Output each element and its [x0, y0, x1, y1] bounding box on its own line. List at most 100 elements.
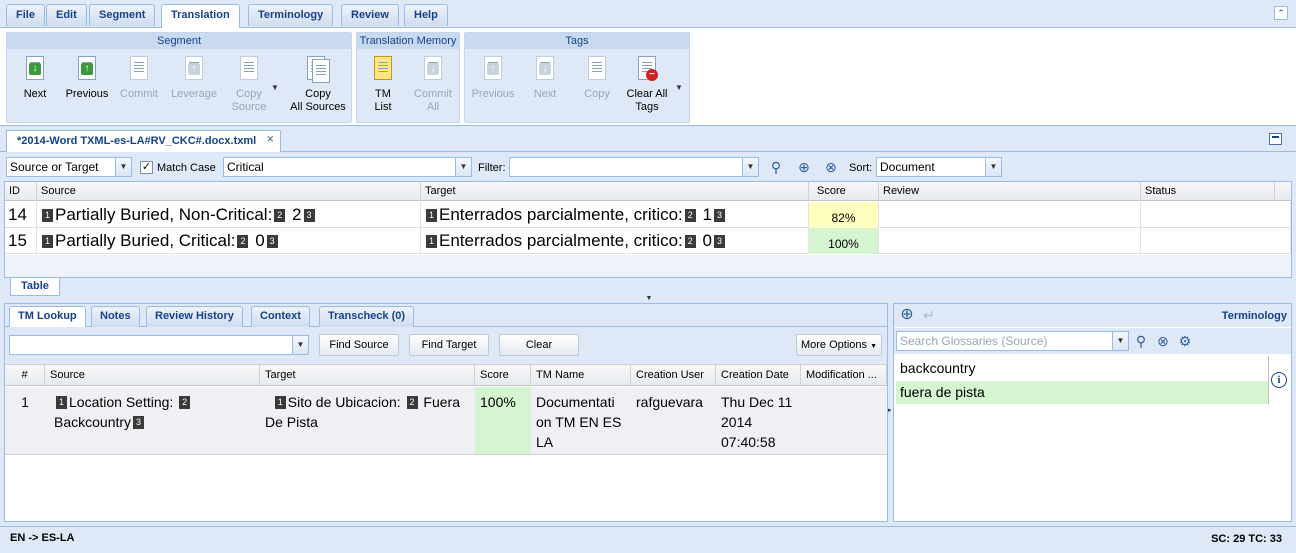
menu-tab-segment[interactable]: Segment	[89, 4, 156, 26]
term-target[interactable]: fuera de pista	[896, 381, 1268, 404]
search-icon[interactable]: ⚲	[767, 158, 785, 176]
menu-tab-file[interactable]: File	[6, 4, 45, 26]
commit-button[interactable]: Commit	[117, 55, 161, 101]
col-creation-date[interactable]: Creation Date	[716, 365, 801, 386]
add-search-icon[interactable]: ⊕	[795, 158, 813, 176]
tags-copy-button[interactable]: Copy	[575, 55, 619, 101]
menu-tab-help[interactable]: Help	[404, 4, 448, 26]
tab-tm-lookup[interactable]: TM Lookup	[9, 306, 86, 327]
info-icon[interactable]: i	[1271, 372, 1287, 388]
add-term-icon[interactable]: ⊕	[898, 306, 916, 324]
clear-search-icon[interactable]: ⊗	[1154, 332, 1172, 350]
chevron-down-icon[interactable]: ▼	[1112, 332, 1128, 350]
segment-status	[1141, 202, 1291, 228]
tab-context[interactable]: Context	[251, 306, 310, 327]
chevron-down-icon[interactable]: ▼	[742, 158, 758, 176]
tab-transcheck[interactable]: Transcheck (0)	[319, 306, 415, 327]
col-status[interactable]: Status	[1141, 182, 1275, 201]
match-case-checkbox[interactable]: ✓	[140, 161, 153, 174]
tags-group: Tags ↑ Previous ↓ Next Copy − Clear All …	[464, 32, 690, 123]
tm-toolbar: ▼ Find Source Find Target Clear More Opt…	[5, 327, 887, 364]
chevron-down-icon[interactable]: ▼	[455, 158, 471, 176]
tab-review-history[interactable]: Review History	[146, 306, 243, 327]
clear-button[interactable]: Clear	[499, 334, 579, 356]
copy-all-sources-button[interactable]: Copy All Sources	[285, 55, 351, 114]
tag-marker: 2	[179, 396, 191, 409]
segment-target[interactable]: 1 Enterrados parcialmente, critico: 2 03	[421, 228, 809, 254]
menu-tab-translation[interactable]: Translation	[161, 4, 240, 28]
search-scope-select[interactable]: Source or Target ▼	[6, 157, 132, 177]
col-score[interactable]: Score	[475, 365, 531, 386]
segment-row[interactable]: 15 1 Partially Buried, Critical: 2 03 1 Ent…	[5, 228, 1291, 254]
more-options-button[interactable]: More Options ▼	[796, 334, 882, 356]
col-id[interactable]: ID	[5, 182, 37, 201]
collapse-ribbon-icon[interactable]: ⌃	[1274, 6, 1288, 20]
chevron-down-icon[interactable]: ▼	[985, 158, 1001, 176]
tag-marker: 1	[42, 209, 53, 222]
search-icon[interactable]: ⚲	[1132, 332, 1150, 350]
chevron-down-icon[interactable]: ▼	[292, 336, 308, 354]
col-score[interactable]: Score	[809, 182, 879, 201]
copy-source-dropdown-icon[interactable]: ▼	[271, 83, 279, 92]
col-modification[interactable]: Modification ...	[801, 365, 887, 386]
leverage-button[interactable]: ↑ Leverage	[167, 55, 221, 101]
chevron-down-icon[interactable]: ▼	[115, 158, 131, 176]
col-source[interactable]: Source	[37, 182, 421, 201]
clear-search-icon[interactable]: ⊗	[822, 158, 840, 176]
match-creation-user: rafguevara	[636, 394, 703, 410]
tag-marker: 3	[713, 235, 725, 248]
next-button[interactable]: ↓ Next	[15, 55, 55, 101]
commit-all-icon: ↓	[420, 55, 446, 85]
segment-source[interactable]: 1 Partially Buried, Critical: 2 03	[37, 228, 421, 254]
language-pair: EN -> ES-LA	[10, 532, 75, 544]
tab-notes[interactable]: Notes	[91, 306, 140, 327]
col-num[interactable]: #	[5, 365, 45, 386]
menu-tab-terminology[interactable]: Terminology	[248, 4, 334, 26]
segment-target[interactable]: 1 Enterrados parcialmente, critico: 2 13	[421, 202, 809, 228]
term-source[interactable]: backcountry	[896, 357, 1268, 380]
glossary-search-input[interactable]: Search Glossaries (Source) ▼	[896, 331, 1129, 351]
segment-source[interactable]: 1 Partially Buried, Non-Critical: 2 23	[37, 202, 421, 228]
sort-select[interactable]: Document ▼	[876, 157, 1002, 177]
insert-term-icon[interactable]: ↵	[920, 306, 938, 324]
segment-status	[1141, 228, 1291, 254]
segment-group: Segment ↓ Next ↑ Previous Commit ↑ Lever…	[6, 32, 352, 123]
document-tab[interactable]: *2014-Word TXML-es-LA#RV_CKC#.docx.txml …	[6, 130, 282, 152]
gear-icon[interactable]: ⚙	[1176, 332, 1194, 350]
tag-marker: 2	[684, 235, 696, 248]
col-creation-user[interactable]: Creation User	[631, 365, 716, 386]
tags-next-button[interactable]: ↓ Next	[525, 55, 565, 101]
tag-marker: 1	[56, 396, 67, 409]
col-source[interactable]: Source	[45, 365, 260, 386]
tab-table[interactable]: Table	[10, 278, 60, 296]
maximize-icon[interactable]	[1269, 133, 1282, 145]
col-target[interactable]: Target	[260, 365, 475, 386]
find-source-button[interactable]: Find Source	[319, 334, 399, 356]
tags-previous-button[interactable]: ↑ Previous	[469, 55, 517, 101]
terminology-header: ⊕ ↵ Terminology	[894, 304, 1291, 327]
tag-marker: 1	[426, 235, 437, 248]
close-tab-icon[interactable]: ✕	[265, 135, 275, 145]
search-input[interactable]: Critical ▼	[223, 157, 472, 177]
segment-row[interactable]: 14 1 Partially Buried, Non-Critical: 2 23 …	[5, 202, 1291, 228]
tag-previous-icon: ↑	[480, 55, 506, 85]
clear-all-tags-button[interactable]: − Clear All Tags	[623, 55, 671, 114]
splitter-handle-icon[interactable]: ▼	[636, 295, 662, 302]
clear-tags-dropdown-icon[interactable]: ▼	[675, 83, 683, 92]
find-target-button[interactable]: Find Target	[409, 334, 489, 356]
tm-search-input[interactable]: ▼	[9, 335, 309, 355]
commit-all-button[interactable]: ↓ Commit All	[409, 55, 457, 114]
col-review[interactable]: Review	[879, 182, 1141, 201]
previous-button[interactable]: ↑ Previous	[63, 55, 111, 101]
menu-tab-review[interactable]: Review	[341, 4, 399, 26]
tm-list-button[interactable]: TM List	[361, 55, 405, 114]
col-tm-name[interactable]: TM Name	[531, 365, 631, 386]
tm-match-row[interactable]: 1 1 Location Setting: 2 Backcountry 3 1 Sit…	[5, 387, 887, 455]
menu-tab-edit[interactable]: Edit	[46, 4, 87, 26]
match-target: 1 Sito de Ubicacion: 2 Fuera De Pista	[265, 394, 460, 430]
col-target[interactable]: Target	[421, 182, 809, 201]
tm-table-header: # Source Target Score TM Name Creation U…	[5, 364, 887, 386]
sort-label: Sort:	[849, 162, 873, 174]
copy-source-button[interactable]: Copy Source	[227, 55, 271, 114]
filter-input[interactable]: ▼	[509, 157, 759, 177]
